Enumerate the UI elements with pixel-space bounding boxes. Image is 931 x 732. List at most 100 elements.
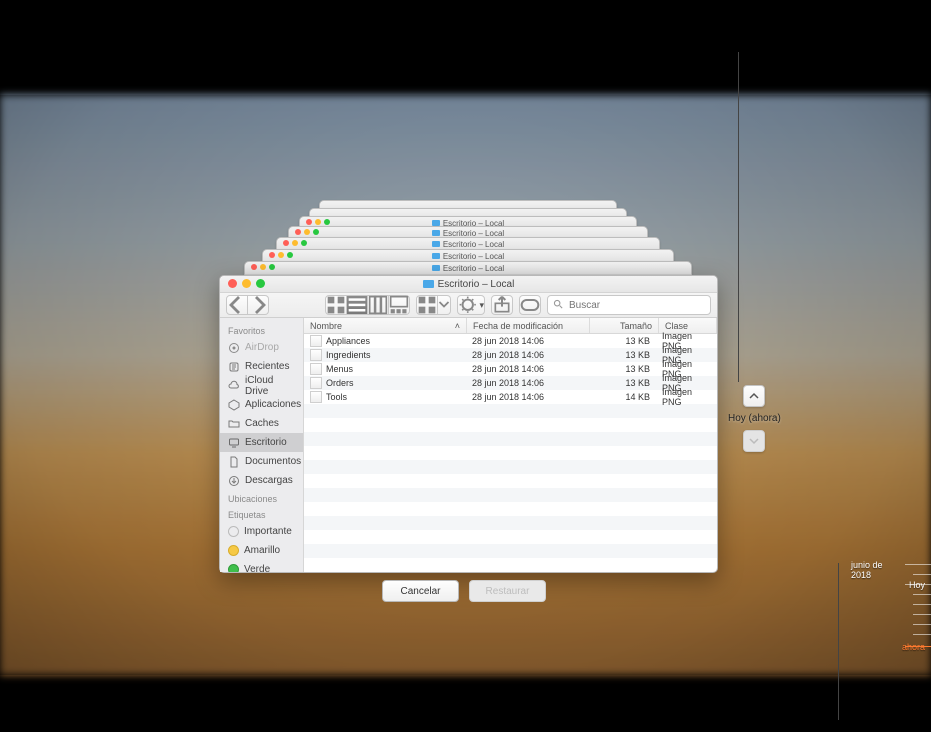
sidebar-item-icloud[interactable]: iCloud Drive xyxy=(220,376,303,395)
sidebar-item-recents[interactable]: Recientes xyxy=(220,357,303,376)
sidebar-header-tags: Etiquetas xyxy=(220,506,303,522)
window-title: Escritorio – Local xyxy=(438,279,515,290)
view-icons-button[interactable] xyxy=(325,295,347,315)
file-size: 13 KB xyxy=(588,364,656,374)
file-name: Appliances xyxy=(326,336,370,346)
sidebar-item-label: Descargas xyxy=(245,475,293,486)
sidebar-tag-amarillo[interactable]: Amarillo xyxy=(220,541,303,560)
file-modified: 28 jun 2018 14:06 xyxy=(466,336,588,346)
finder-window: Escritorio – Local ▾ Favoritos AirDrop xyxy=(219,275,718,573)
sidebar-item-label: Caches xyxy=(245,418,279,429)
clock-icon xyxy=(228,361,240,373)
search-input[interactable] xyxy=(567,299,705,312)
view-gallery-button[interactable] xyxy=(389,295,410,315)
sidebar-item-label: Aplicaciones xyxy=(245,399,301,410)
callout-leader-nav xyxy=(738,52,739,382)
column-size[interactable]: Tamaño xyxy=(590,318,659,333)
file-icon xyxy=(310,349,322,361)
file-name: Tools xyxy=(326,392,347,402)
table-row-empty xyxy=(304,558,717,572)
sidebar-item-documents[interactable]: Documentos xyxy=(220,452,303,471)
file-size: 13 KB xyxy=(588,378,656,388)
timeline-label-now: ahora xyxy=(902,642,925,652)
titlebar: Escritorio – Local xyxy=(220,276,717,293)
table-row-empty xyxy=(304,460,717,474)
sidebar-tag-verde[interactable]: Verde xyxy=(220,560,303,572)
snapshot-current-label: Hoy (ahora) xyxy=(728,413,781,424)
sidebar-item-label: iCloud Drive xyxy=(245,375,295,397)
tag-color-icon xyxy=(228,545,239,556)
group-menu-button[interactable] xyxy=(438,295,451,315)
minimize-button[interactable] xyxy=(242,279,251,288)
sidebar-item-label: Escritorio xyxy=(245,437,287,448)
column-name[interactable]: Nombre ˄ xyxy=(304,318,467,333)
snapshot-title: Escritorio – Local xyxy=(443,252,504,261)
file-name: Menus xyxy=(326,364,353,374)
sort-asc-icon: ˄ xyxy=(455,321,460,331)
folder-icon xyxy=(228,418,240,430)
file-icon xyxy=(310,363,322,375)
snapshot-nav: Hoy (ahora) xyxy=(728,385,781,452)
snapshot-next-button[interactable] xyxy=(743,430,765,452)
sidebar-header-favorites: Favoritos xyxy=(220,322,303,338)
sidebar-item-applications[interactable]: Aplicaciones xyxy=(220,395,303,414)
file-icon xyxy=(310,335,322,347)
close-button[interactable] xyxy=(228,279,237,288)
file-modified: 28 jun 2018 14:06 xyxy=(466,364,588,374)
table-row-empty xyxy=(304,474,717,488)
sidebar-header-locations: Ubicaciones xyxy=(220,490,303,506)
search-field[interactable] xyxy=(547,295,711,315)
file-size: 14 KB xyxy=(588,392,656,402)
column-label: Nombre xyxy=(310,321,342,331)
sidebar-item-label: AirDrop xyxy=(245,342,279,353)
sidebar-item-label: Amarillo xyxy=(244,545,280,556)
group-button[interactable] xyxy=(416,295,438,315)
toolbar: ▾ xyxy=(220,293,717,318)
timeline-label-month: junio de 2018 xyxy=(851,560,901,580)
airdrop-icon xyxy=(228,342,240,354)
sidebar-item-desktop[interactable]: Escritorio xyxy=(220,433,303,452)
documents-icon xyxy=(228,456,240,468)
column-modified[interactable]: Fecha de modificación xyxy=(467,318,590,333)
view-columns-button[interactable] xyxy=(368,295,389,315)
action-menu-button[interactable]: ▾ xyxy=(457,295,485,315)
sidebar: Favoritos AirDrop Recientes iCloud Drive… xyxy=(220,318,304,572)
file-icon xyxy=(310,377,322,389)
table-row[interactable]: Tools28 jun 2018 14:0614 KBImagen PNG xyxy=(304,390,717,404)
sidebar-item-label: Verde xyxy=(244,564,270,572)
restore-button[interactable]: Restaurar xyxy=(469,580,546,602)
cancel-button[interactable]: Cancelar xyxy=(382,580,459,602)
share-button[interactable] xyxy=(491,295,513,315)
back-button[interactable] xyxy=(226,295,248,315)
action-buttons: Cancelar Restaurar xyxy=(382,580,546,602)
tag-color-icon xyxy=(228,526,239,537)
timeline-label-today: Hoy xyxy=(909,580,925,590)
table-row-empty xyxy=(304,544,717,558)
tag-color-icon xyxy=(228,564,239,572)
tags-button[interactable] xyxy=(519,295,541,315)
file-modified: 28 jun 2018 14:06 xyxy=(466,350,588,360)
callout-leader-timeline xyxy=(838,563,839,720)
file-name: Ingredients xyxy=(326,350,371,360)
table-row-empty xyxy=(304,502,717,516)
search-icon xyxy=(553,299,563,312)
sidebar-item-airdrop[interactable]: AirDrop xyxy=(220,338,303,357)
snapshot-previous-button[interactable] xyxy=(743,385,765,407)
zoom-button[interactable] xyxy=(256,279,265,288)
applications-icon xyxy=(228,399,240,411)
file-size: 13 KB xyxy=(588,336,656,346)
snapshot-title: Escritorio – Local xyxy=(443,264,504,273)
file-size: 13 KB xyxy=(588,350,656,360)
table-row-empty xyxy=(304,418,717,432)
file-name: Orders xyxy=(326,378,354,388)
forward-button[interactable] xyxy=(248,295,269,315)
sidebar-item-downloads[interactable]: Descargas xyxy=(220,471,303,490)
sidebar-tag-importante[interactable]: Importante xyxy=(220,522,303,541)
sidebar-item-label: Recientes xyxy=(245,361,289,372)
file-rows: Appliances28 jun 2018 14:0613 KBImagen P… xyxy=(304,334,717,572)
sidebar-item-label: Importante xyxy=(244,526,292,537)
file-list-pane: Nombre˄ Fecha de modificación Tamaño Cla… xyxy=(304,318,717,572)
sidebar-item-caches[interactable]: Caches xyxy=(220,414,303,433)
view-switcher xyxy=(325,295,410,315)
view-list-button[interactable] xyxy=(347,295,368,315)
